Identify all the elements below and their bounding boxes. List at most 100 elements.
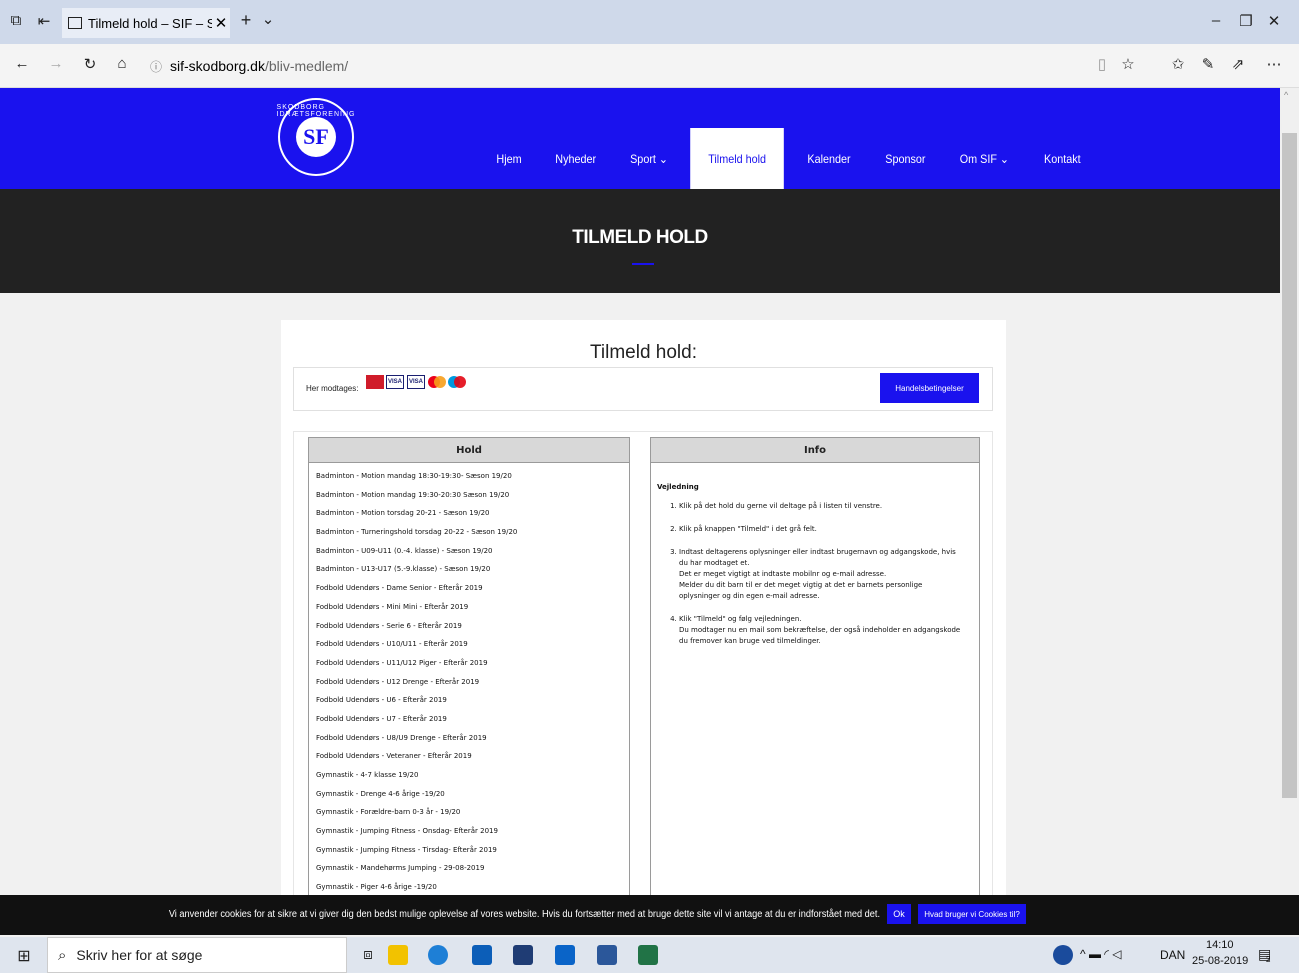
favorite-star-icon[interactable]: ☆ <box>1118 55 1138 73</box>
close-tab-icon[interactable]: ✕ <box>212 14 230 32</box>
cookie-ok-button[interactable]: Ok <box>887 904 911 924</box>
tab-actions-icon[interactable]: ⧉ <box>6 12 26 29</box>
browser-tab[interactable]: Tilmeld hold – SIF – Sko ✕ <box>62 8 230 38</box>
hold-item[interactable]: Gymnastik - Jumping Fitness - Onsdag- Ef… <box>316 822 629 841</box>
info-step-line: Indtast deltagerens oplysninger eller in… <box>679 548 956 567</box>
share-icon[interactable]: ⇗ <box>1228 55 1248 73</box>
page-title: TILMELD HOLD <box>572 227 708 248</box>
hold-item[interactable]: Badminton - Motion mandag 18:30-19:30- S… <box>316 467 629 486</box>
hold-item[interactable]: Gymnastik - Jumping Fitness - Tirsdag- E… <box>316 841 629 860</box>
favorites-hub-icon[interactable]: ✩ <box>1168 55 1188 73</box>
nav-om-sif[interactable]: Om SIF ⌄ <box>947 128 1023 190</box>
hold-item[interactable]: Gymnastik - Drenge 4-6 årige -19/20 <box>316 785 629 804</box>
hold-item[interactable]: Fodbold Udendørs - Dame Senior - Efterår… <box>316 579 629 598</box>
panels-container: Hold Badminton - Motion mandag 18:30-19:… <box>293 431 993 935</box>
hold-item[interactable]: Fodbold Udendørs - U7 - Efterår 2019 <box>316 710 629 729</box>
sif-logo[interactable]: SKODBORG IDRÆTSFORENING SF <box>277 98 354 176</box>
nav-nyheder[interactable]: Nyheder <box>542 128 610 190</box>
nav-hjem[interactable]: Hjem <box>483 128 535 190</box>
restore-icon[interactable]: ❐ <box>1236 12 1256 30</box>
windows-start-icon[interactable]: ⊞ <box>14 946 34 966</box>
info-step: Klik på det hold du gerne vil deltage på… <box>679 501 965 512</box>
notification-count: 2 <box>1266 955 1271 964</box>
info-icon[interactable]: ⓘ <box>150 58 162 75</box>
hold-item[interactable]: Gymnastik - Forældre-barn 0-3 år - 19/20 <box>316 803 629 822</box>
store-icon[interactable] <box>472 945 492 965</box>
hold-item[interactable]: Fodbold Udendørs - U8/U9 Drenge - Efterå… <box>316 729 629 748</box>
hold-item[interactable]: Badminton - Motion torsdag 20-21 - Sæson… <box>316 504 629 523</box>
url-host: sif-skodborg.dk <box>170 58 265 74</box>
scroll-up-icon[interactable]: ^ <box>1284 90 1288 100</box>
home-icon[interactable]: ⌂ <box>112 55 132 72</box>
back-icon[interactable]: ← <box>12 55 32 72</box>
tray-icons[interactable]: ^ ▬ ◜ ◁ <box>1080 947 1122 961</box>
hold-item[interactable]: Fodbold Udendørs - U11/U12 Piger - Efter… <box>316 654 629 673</box>
hold-item[interactable]: Fodbold Udendørs - U6 - Efterår 2019 <box>316 691 629 710</box>
hold-item[interactable]: Gymnastik - Piger 4-6 årige -19/20 <box>316 878 629 897</box>
site-header: SKODBORG IDRÆTSFORENING SF Hjem Nyheder … <box>0 88 1280 190</box>
hold-panel: Hold Badminton - Motion mandag 18:30-19:… <box>308 437 630 935</box>
cookie-info-button[interactable]: Hvad bruger vi Cookies til? <box>918 904 1026 924</box>
more-icon[interactable]: ⋯ <box>1264 55 1284 73</box>
hold-item[interactable]: Fodbold Udendørs - U12 Drenge - Efterår … <box>316 673 629 692</box>
language-indicator[interactable]: DAN <box>1160 948 1185 962</box>
signup-card: Tilmeld hold: Her modtages: VISA VISA Ha… <box>281 320 1006 935</box>
nav-kalender[interactable]: Kalender <box>794 128 864 190</box>
hold-item[interactable]: Badminton - U13-U17 (5.-9.klasse) - Sæso… <box>316 560 629 579</box>
task-view-icon[interactable]: ⧈ <box>358 946 378 963</box>
hold-item[interactable]: Fodbold Udendørs - U10/U11 - Efterår 201… <box>316 635 629 654</box>
tab-list-icon[interactable]: ⌄ <box>258 10 278 28</box>
clock-date[interactable]: 25-08-2019 <box>1192 955 1248 967</box>
pen-icon[interactable]: ✎ <box>1198 55 1218 73</box>
hold-item[interactable]: Gymnastik - Mandehørms Jumping - 29-08-2… <box>316 859 629 878</box>
cookie-text: Vi anvender cookies for at sikre at vi g… <box>168 909 880 920</box>
main-nav: Hjem Nyheder Sport ⌄ Tilmeld hold Kalend… <box>480 128 1098 190</box>
windows-taskbar: ⊞ ⌕ Skriv her for at søge ⧈ ^ ▬ ◜ ◁ DAN … <box>0 937 1299 973</box>
nav-kontakt[interactable]: Kontakt <box>1031 128 1095 190</box>
file-explorer-icon[interactable] <box>388 945 408 965</box>
hold-item[interactable]: Gymnastik - 4-7 klasse 19/20 <box>316 766 629 785</box>
info-step-line: Klik på knappen "Tilmeld" i det grå felt… <box>679 525 817 533</box>
outlook-icon[interactable] <box>555 945 575 965</box>
scroll-thumb[interactable] <box>1282 133 1297 798</box>
hold-item[interactable]: Badminton - Motion mandag 19:30-20:30 Sæ… <box>316 486 629 505</box>
terms-button[interactable]: Handelsbetingelser <box>880 373 979 403</box>
page-icon <box>68 17 82 29</box>
tabs-aside-icon[interactable]: ⇤ <box>34 12 54 30</box>
info-step-line: Du modtager nu en mail som bekræftelse, … <box>679 626 961 645</box>
dankort-icon <box>366 375 384 389</box>
page-hero: TILMELD HOLD <box>0 189 1280 293</box>
forward-icon[interactable]: → <box>46 55 66 72</box>
excel-icon[interactable] <box>638 945 658 965</box>
nav-sport[interactable]: Sport ⌄ <box>617 128 682 190</box>
browser-tab-bar: ⧉ ⇤ Tilmeld hold – SIF – Sko ✕ + ⌄ – ❐ ✕ <box>0 0 1299 44</box>
minimize-icon[interactable]: – <box>1206 12 1226 29</box>
info-panel: Info Vejledning Klik på det hold du gern… <box>650 437 980 935</box>
taskbar-search[interactable]: ⌕ Skriv her for at søge <box>47 937 347 973</box>
clock-time[interactable]: 14:10 <box>1206 939 1234 951</box>
hold-item[interactable]: Fodbold Udendørs - Veteraner - Efterår 2… <box>316 747 629 766</box>
edge-icon[interactable] <box>428 945 448 965</box>
hold-item[interactable]: Fodbold Udendørs - Mini Mini - Efterår 2… <box>316 598 629 617</box>
cookie-banner: Vi anvender cookies for at sikre at vi g… <box>0 895 1299 935</box>
info-step-line: Melder du dit barn til er det meget vigt… <box>679 581 923 600</box>
reading-view-icon[interactable]: ▯ <box>1092 55 1112 73</box>
page-scrollbar[interactable]: ^ <box>1280 88 1299 935</box>
hold-item[interactable]: Badminton - Turneringshold torsdag 20-22… <box>316 523 629 542</box>
nav-tilmeld-hold[interactable]: Tilmeld hold <box>690 128 785 190</box>
logo-monogram: SF <box>296 117 336 157</box>
tab-title: Tilmeld hold – SIF – Sko <box>88 15 212 31</box>
refresh-icon[interactable]: ↻ <box>80 55 100 73</box>
help-icon[interactable] <box>1053 945 1073 965</box>
dropbox-icon[interactable] <box>513 945 533 965</box>
word-icon[interactable] <box>597 945 617 965</box>
new-tab-icon[interactable]: + <box>236 10 256 31</box>
nav-sponsor[interactable]: Sponsor <box>871 128 938 190</box>
hold-item[interactable]: Fodbold Udendørs - Serie 6 - Efterår 201… <box>316 617 629 636</box>
search-placeholder: Skriv her for at søge <box>76 947 203 963</box>
hold-item[interactable]: Badminton - U09-U11 (0.-4. klasse) - Sæs… <box>316 542 629 561</box>
hold-header: Hold <box>309 438 629 463</box>
info-step: Klik på knappen "Tilmeld" i det grå felt… <box>679 524 965 535</box>
close-window-icon[interactable]: ✕ <box>1264 12 1284 30</box>
url-path: /bliv-medlem/ <box>264 58 349 74</box>
